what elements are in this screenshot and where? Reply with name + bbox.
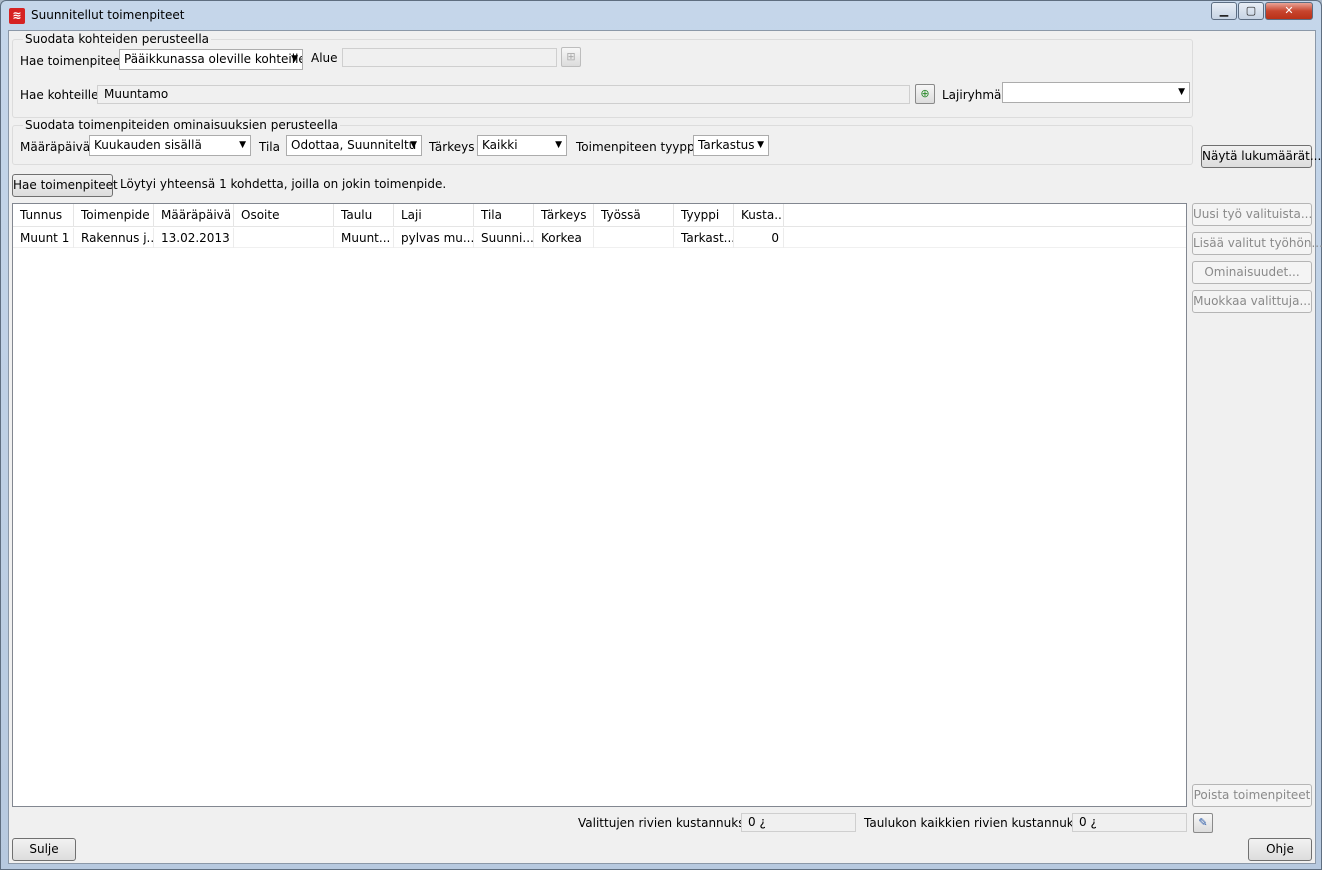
filter-targets-title: Suodata kohteiden perusteella <box>23 32 212 46</box>
priority-label: Tärkeys <box>429 140 475 154</box>
table-cell <box>594 228 674 248</box>
priority-value: Kaikki <box>482 138 518 152</box>
window-controls: ▁ ▢ ✕ <box>1210 2 1313 20</box>
due-date-select[interactable]: Kuukauden sisällä ▼ <box>89 135 251 156</box>
selected-cost-field: 0 ¿ <box>741 813 856 832</box>
chevron-down-icon: ▼ <box>1178 87 1185 97</box>
maximize-icon[interactable]: ▢ <box>1238 2 1264 20</box>
all-cost-label: Taulukon kaikkien rivien kustannukset <box>864 816 1093 830</box>
table-cell: 0 <box>734 228 784 248</box>
table-cell: Tarkast... <box>674 228 734 248</box>
state-value: Odottaa, Suunniteltu <box>291 138 417 152</box>
table-cell: Korkea <box>534 228 594 248</box>
search-targets-field[interactable]: Muuntamo <box>97 85 910 104</box>
add-target-icon[interactable]: ⊕ <box>915 84 935 104</box>
new-work-button[interactable]: Uusi työ valituista... <box>1192 203 1312 226</box>
minimize-icon[interactable]: ▁ <box>1211 2 1237 20</box>
table-cell: pylvas mu... <box>394 228 474 248</box>
app-icon: ≋ <box>9 8 25 24</box>
column-header[interactable]: Tärkeys <box>534 204 594 227</box>
main-window: ≋ Suunnitellut toimenpiteet ▁ ▢ ✕ Suodat… <box>0 0 1322 870</box>
result-text: Löytyi yhteensä 1 kohdetta, joilla on jo… <box>120 177 447 191</box>
pick-area-icon[interactable]: ⊞ <box>561 47 581 67</box>
column-header[interactable]: Kusta... <box>734 204 784 227</box>
table-header: Tunnus Toimenpide Määräpäivä Osoite Taul… <box>13 204 1186 227</box>
column-header[interactable]: Työssä <box>594 204 674 227</box>
species-group-label: Lajiryhmä <box>942 88 1002 102</box>
table-cell: 13.02.2013 <box>154 228 234 248</box>
action-type-label: Toimenpiteen tyyppi <box>576 140 698 154</box>
table-cell: Muunt... <box>334 228 394 248</box>
chevron-down-icon: ▼ <box>239 140 246 150</box>
search-actions-value: Pääikkunassa oleville kohteille <box>124 52 303 66</box>
due-date-label: Määräpäivä <box>20 140 91 154</box>
chevron-down-icon: ▼ <box>757 140 764 150</box>
search-actions-select[interactable]: Pääikkunassa oleville kohteille ▼ <box>119 49 303 70</box>
column-header[interactable]: Osoite <box>234 204 334 227</box>
add-to-work-button[interactable]: Lisää valitut työhön... <box>1192 232 1322 255</box>
state-select[interactable]: Odottaa, Suunniteltu ▼ <box>286 135 422 156</box>
chevron-down-icon: ▼ <box>291 54 298 64</box>
search-actions-label: Hae toimenpiteet <box>20 54 125 68</box>
action-type-value: Tarkastus <box>698 138 755 152</box>
table-cell: Rakennus j... <box>74 228 154 248</box>
table-cell <box>234 228 334 248</box>
column-header[interactable]: Tila <box>474 204 534 227</box>
state-label: Tila <box>259 140 280 154</box>
window-title: Suunnitellut toimenpiteet <box>31 8 185 22</box>
chart-icon[interactable]: ✎ <box>1193 813 1213 833</box>
selected-cost-label: Valittujen rivien kustannukset <box>578 816 757 830</box>
title-bar[interactable]: ≋ Suunnitellut toimenpiteet ▁ ▢ ✕ <box>1 1 1321 29</box>
chevron-down-icon: ▼ <box>555 140 562 150</box>
table-row[interactable]: Muunt 1 Rakennus j... 13.02.2013 Muunt..… <box>13 228 1186 248</box>
priority-select[interactable]: Kaikki ▼ <box>477 135 567 156</box>
column-header[interactable]: Tunnus <box>13 204 74 227</box>
help-button[interactable]: Ohje <box>1248 838 1312 861</box>
close-icon[interactable]: ✕ <box>1265 2 1313 20</box>
delete-actions-button[interactable]: Poista toimenpiteet <box>1192 784 1312 807</box>
due-date-value: Kuukauden sisällä <box>94 138 202 152</box>
show-counts-button[interactable]: Näytä lukumäärät... <box>1201 145 1321 168</box>
area-label: Alue <box>311 51 338 65</box>
edit-selected-button[interactable]: Muokkaa valittuja... <box>1192 290 1312 313</box>
action-type-select[interactable]: Tarkastus ▼ <box>693 135 769 156</box>
column-header[interactable]: Tyyppi <box>674 204 734 227</box>
all-cost-field: 0 ¿ <box>1072 813 1187 832</box>
column-header[interactable]: Määräpäivä <box>154 204 234 227</box>
species-group-select[interactable]: ▼ <box>1002 82 1190 103</box>
dialog-body: Suodata kohteiden perusteella Hae toimen… <box>8 30 1322 864</box>
search-targets-label: Hae kohteille <box>20 88 99 102</box>
chevron-down-icon: ▼ <box>410 140 417 150</box>
table-cell: Muunt 1 <box>13 228 74 248</box>
column-header[interactable]: Taulu <box>334 204 394 227</box>
table-cell: Suunni... <box>474 228 534 248</box>
column-header[interactable]: Laji <box>394 204 474 227</box>
column-header[interactable]: Toimenpide <box>74 204 154 227</box>
filter-properties-title: Suodata toimenpiteiden ominaisuuksien pe… <box>23 118 341 132</box>
actions-table[interactable]: Tunnus Toimenpide Määräpäivä Osoite Taul… <box>12 203 1187 807</box>
close-button[interactable]: Sulje <box>12 838 76 861</box>
properties-button[interactable]: Ominaisuudet... <box>1192 261 1312 284</box>
area-field[interactable] <box>342 48 557 67</box>
search-actions-button[interactable]: Hae toimenpiteet <box>12 174 118 197</box>
